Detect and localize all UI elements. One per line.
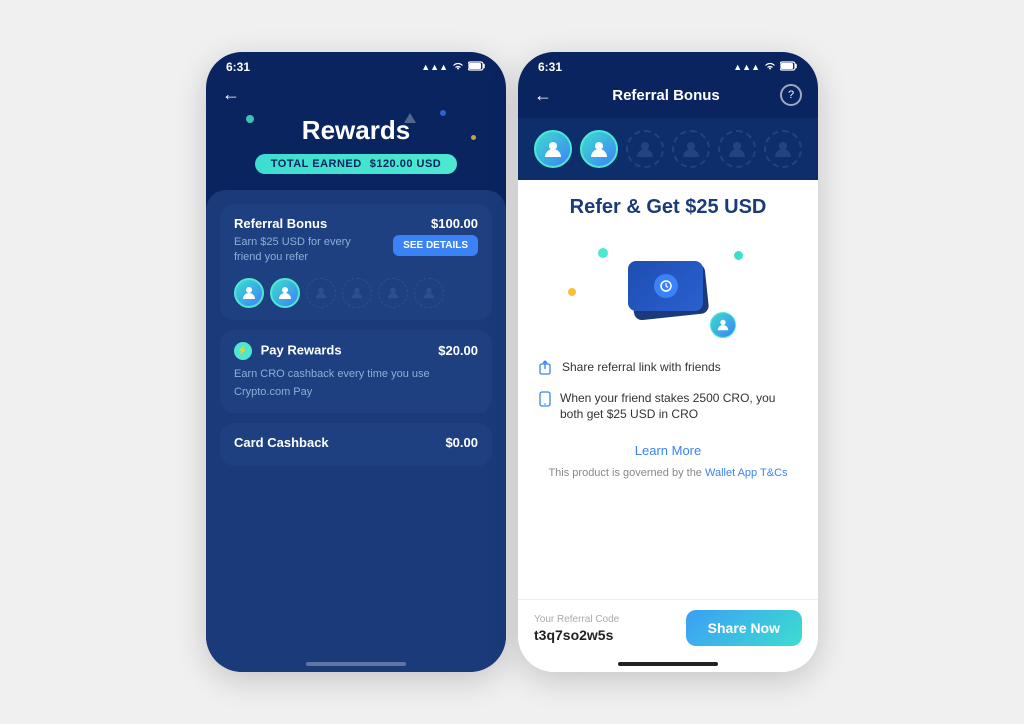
left-phone-body: ← Rewards TOTAL EARNED $120.00 USD (206, 78, 506, 672)
right-content: Refer & Get $25 USD (518, 180, 818, 599)
right-phone: 6:31 ▲▲▲ ← Referral Bonus ? (518, 52, 818, 672)
back-button-right[interactable]: ← (534, 85, 552, 106)
right-phone-body: ← Referral Bonus ? (518, 78, 818, 672)
rewards-hero: Rewards TOTAL EARNED $120.00 USD (206, 105, 506, 190)
avatar-inactive-4 (414, 278, 444, 308)
home-bar-left (306, 662, 406, 666)
avatar-active-2 (270, 278, 300, 308)
main-container: 6:31 ▲▲▲ ← (0, 0, 1024, 724)
referral-code-label: Your Referral Code (534, 614, 619, 625)
avatar-inactive-2 (342, 278, 372, 308)
back-button-left[interactable]: ← (222, 84, 240, 105)
pay-rewards-desc: Earn CRO cashback every time you use Cry… (234, 368, 430, 398)
tac-link[interactable]: Wallet App T&Cs (705, 467, 788, 479)
status-bar-right: 6:31 ▲▲▲ (518, 52, 818, 78)
ref-avatar-inactive-4 (764, 130, 802, 168)
share-icon (538, 360, 554, 382)
pay-rewards-title: ⚡ Pay Rewards (234, 342, 342, 360)
status-icons-left: ▲▲▲ (421, 60, 486, 74)
avatar-active-1 (234, 278, 264, 308)
wifi-icon-left (452, 60, 464, 74)
referral-avatar-row (234, 278, 478, 308)
ref-avatar-inactive-1 (626, 130, 664, 168)
signal-icon-left: ▲▲▲ (421, 62, 448, 72)
right-header-title: Referral Bonus (552, 87, 780, 104)
card-cashback-header: Card Cashback $0.00 (234, 435, 478, 450)
card-logo (654, 274, 678, 298)
referral-code-block: Your Referral Code t3q7so2w5s (534, 614, 619, 643)
cards-area: Referral Bonus $100.00 Earn $25 USD for … (206, 190, 506, 656)
deco-dot-1 (246, 115, 254, 123)
status-icons-right: ▲▲▲ (733, 60, 798, 74)
info-text-2: When your friend stakes 2500 CRO, you bo… (560, 390, 798, 424)
card-front (628, 261, 703, 311)
help-button[interactable]: ? (780, 84, 802, 106)
right-phone-header: ← Referral Bonus ? (518, 78, 818, 118)
info-item-2: When your friend stakes 2500 CRO, you bo… (538, 390, 798, 424)
info-text-1: Share referral link with friends (562, 359, 721, 376)
earned-value: $120.00 USD (370, 158, 442, 170)
card-cashback-amount: $0.00 (445, 435, 478, 450)
share-now-button[interactable]: Share Now (686, 610, 802, 646)
phone-icon (538, 391, 552, 413)
pay-rewards-card[interactable]: ⚡ Pay Rewards $20.00 Earn CRO cashback e… (220, 330, 492, 413)
refer-title: Refer & Get $25 USD (538, 196, 798, 219)
learn-more-link[interactable]: Learn More (538, 443, 798, 458)
card-cashback-card[interactable]: Card Cashback $0.00 (220, 423, 492, 466)
float-dot-yellow (568, 288, 576, 296)
total-earned-badge: TOTAL EARNED $120.00 USD (255, 154, 458, 174)
left-phone: 6:31 ▲▲▲ ← (206, 52, 506, 672)
float-dot-teal (734, 251, 743, 260)
ref-avatar-inactive-2 (672, 130, 710, 168)
time-left: 6:31 (226, 60, 250, 74)
referral-code-value: t3q7so2w5s (534, 627, 619, 643)
referral-avatars-strip (518, 118, 818, 180)
rewards-title: Rewards (222, 115, 490, 146)
signal-icon-right: ▲▲▲ (733, 62, 760, 72)
deco-triangle (404, 113, 416, 123)
referral-footer: Your Referral Code t3q7so2w5s Share Now (518, 599, 818, 656)
refer-illustration (538, 233, 798, 343)
battery-icon-left (468, 60, 486, 74)
ref-avatar-active-2 (580, 130, 618, 168)
battery-icon-right (780, 60, 798, 74)
info-item-1: Share referral link with friends (538, 359, 798, 382)
status-bar-left: 6:31 ▲▲▲ (206, 52, 506, 78)
card-cashback-title: Card Cashback (234, 435, 329, 450)
left-header: ← (206, 78, 506, 105)
float-dot-green (598, 248, 608, 258)
earned-label: TOTAL EARNED (271, 158, 362, 170)
pay-rewards-amount: $20.00 (438, 343, 478, 358)
tac-text: This product is governed by the Wallet A… (538, 466, 798, 481)
ref-avatar-inactive-3 (718, 130, 756, 168)
info-list: Share referral link with friends When yo… (538, 359, 798, 431)
home-indicator-right (518, 656, 818, 672)
pay-rewards-icon: ⚡ (234, 342, 252, 360)
pay-rewards-header: ⚡ Pay Rewards $20.00 (234, 342, 478, 360)
tac-intro: This product is governed by the (548, 467, 705, 479)
card-stack (628, 261, 708, 316)
referral-bonus-card[interactable]: Referral Bonus $100.00 Earn $25 USD for … (220, 204, 492, 320)
referral-bonus-title: Referral Bonus (234, 216, 327, 231)
home-indicator-left (206, 656, 506, 672)
float-avatar (710, 312, 736, 338)
referral-bonus-amount: $100.00 (431, 216, 478, 231)
referral-bonus-header: Referral Bonus $100.00 (234, 216, 478, 231)
ref-avatar-active-1 (534, 130, 572, 168)
referral-bonus-desc: Earn $25 USD for everyfriend you refer (234, 235, 351, 266)
home-bar-right (618, 662, 718, 666)
time-right: 6:31 (538, 60, 562, 74)
avatar-inactive-1 (306, 278, 336, 308)
deco-dot-2 (440, 110, 446, 116)
avatar-inactive-3 (378, 278, 408, 308)
see-details-button[interactable]: SEE DETAILS (393, 235, 478, 256)
wifi-icon-right (764, 60, 776, 74)
deco-dot-3 (471, 135, 476, 140)
